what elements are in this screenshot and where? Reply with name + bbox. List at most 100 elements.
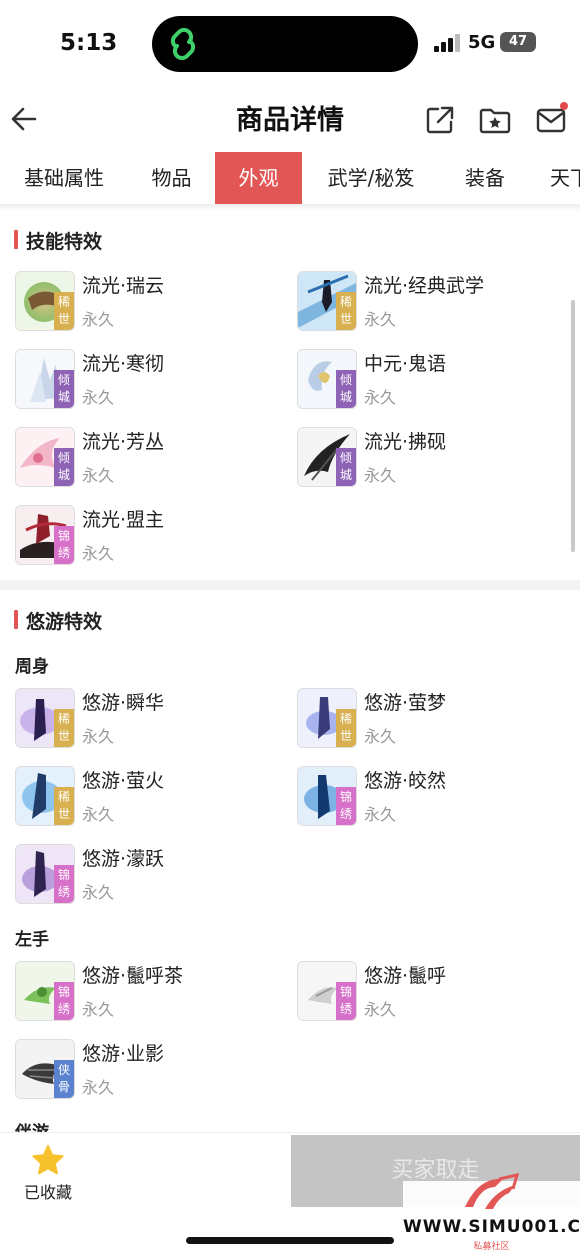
- rarity-badge: 稀世: [54, 709, 74, 747]
- list-item[interactable]: 稀世 悠游·萤梦 永久: [297, 688, 557, 750]
- home-indicator: [186, 1237, 394, 1244]
- watermark-url: WWW.SIMU001.CN: [403, 1217, 580, 1237]
- rarity-badge: 侠骨: [54, 1060, 74, 1098]
- item-thumbnail: 稀世: [297, 688, 357, 748]
- star-icon: [32, 1145, 64, 1175]
- item-name: 悠游·鬛呼茶: [82, 965, 184, 987]
- section-title-roam-effects: 悠游特效: [14, 607, 102, 634]
- watermark-logo-icon: [465, 1173, 520, 1209]
- watermark: WWW.SIMU001.CN 私募社区: [403, 1173, 580, 1252]
- network-label: 5G: [468, 32, 496, 53]
- item-thumbnail: 锦绣: [15, 844, 75, 904]
- rarity-badge: 稀世: [336, 709, 356, 747]
- rarity-badge: 稀世: [336, 292, 356, 330]
- item-thumbnail: 锦绣: [297, 766, 357, 826]
- tab-shadow: [0, 205, 580, 211]
- tab-world[interactable]: 天下: [530, 152, 580, 204]
- item-name: 流光·瑞云: [82, 275, 165, 297]
- rarity-badge: 倾城: [54, 370, 74, 408]
- item-duration: 永久: [82, 544, 115, 563]
- item-thumbnail: 锦绣: [15, 505, 75, 565]
- section-title-skill-effects: 技能特效: [14, 227, 102, 254]
- tab-equipment[interactable]: 装备: [440, 152, 530, 204]
- rarity-badge: 倾城: [54, 448, 74, 486]
- rarity-badge: 锦绣: [336, 787, 356, 825]
- list-item[interactable]: 倾城 流光·寒彻 永久: [15, 349, 275, 411]
- item-thumbnail: 倾城: [15, 349, 75, 409]
- item-duration: 永久: [364, 310, 397, 329]
- tab-basic-attributes[interactable]: 基础属性: [0, 152, 128, 204]
- tab-martial-arts[interactable]: 武学/秘笈: [302, 152, 440, 204]
- item-duration: 永久: [82, 466, 115, 485]
- notification-dot: [560, 102, 568, 110]
- item-duration: 永久: [364, 388, 397, 407]
- list-item[interactable]: 侠骨 悠游·业影 永久: [15, 1039, 275, 1101]
- rarity-badge: 倾城: [336, 370, 356, 408]
- status-bar: 5:13 5G 47: [0, 0, 580, 88]
- list-item[interactable]: 稀世 悠游·瞬华 永久: [15, 688, 275, 750]
- header: 商品详情: [0, 88, 580, 152]
- folder-star-icon[interactable]: [478, 104, 512, 136]
- list-item[interactable]: 锦绣 悠游·濛跃 永久: [15, 844, 275, 906]
- item-name: 悠游·鬛呼: [364, 965, 447, 987]
- tab-appearance[interactable]: 外观: [215, 152, 302, 204]
- item-name: 流光·芳丛: [82, 431, 165, 453]
- item-thumbnail: 稀世: [15, 766, 75, 826]
- favorite-label: 已收藏: [23, 1183, 72, 1202]
- item-duration: 永久: [364, 805, 397, 824]
- list-item[interactable]: 倾城 流光·芳丛 永久: [15, 427, 275, 489]
- item-duration: 永久: [82, 805, 115, 824]
- item-thumbnail: 稀世: [15, 688, 75, 748]
- item-thumbnail: 侠骨: [15, 1039, 75, 1099]
- list-item[interactable]: 稀世 流光·瑞云 永久: [15, 271, 275, 333]
- list-item[interactable]: 倾城 中元·鬼语 永久: [297, 349, 557, 411]
- link-icon: [170, 28, 196, 60]
- item-name: 悠游·业影: [82, 1043, 165, 1065]
- rarity-badge: 倾城: [336, 448, 356, 486]
- item-duration: 永久: [364, 727, 397, 746]
- signal-icon: [434, 34, 462, 52]
- item-duration: 永久: [82, 727, 115, 746]
- item-duration: 永久: [82, 310, 115, 329]
- section-divider: [0, 580, 580, 590]
- list-item[interactable]: 锦绣 悠游·鬛呼茶 永久: [15, 961, 275, 1023]
- item-duration: 永久: [82, 388, 115, 407]
- rarity-badge: 锦绣: [54, 865, 74, 903]
- tab-bar: 基础属性 物品 外观 武学/秘笈 装备 天下: [0, 152, 580, 205]
- item-name: 悠游·濛跃: [82, 848, 165, 870]
- rarity-badge: 锦绣: [54, 526, 74, 564]
- group-label-left-hand: 左手: [15, 930, 49, 950]
- item-name: 悠游·瞬华: [82, 692, 165, 714]
- item-name: 流光·寒彻: [82, 353, 165, 375]
- back-arrow-icon[interactable]: [8, 102, 40, 136]
- item-thumbnail: 倾城: [15, 427, 75, 487]
- list-item[interactable]: 锦绣 流光·盟主 永久: [15, 505, 275, 567]
- list-item[interactable]: 锦绣 悠游·皎然 永久: [297, 766, 557, 828]
- item-name: 悠游·皎然: [364, 770, 447, 792]
- item-duration: 永久: [364, 466, 397, 485]
- item-duration: 永久: [82, 1078, 115, 1097]
- rarity-badge: 稀世: [54, 787, 74, 825]
- item-thumbnail: 倾城: [297, 427, 357, 487]
- list-item[interactable]: 倾城 流光·拂砚 永久: [297, 427, 557, 489]
- dynamic-island: [152, 16, 418, 72]
- item-thumbnail: 倾城: [297, 349, 357, 409]
- list-item[interactable]: 稀世 流光·经典武学 永久: [297, 271, 557, 333]
- list-item[interactable]: 锦绣 悠游·鬛呼 永久: [297, 961, 557, 1023]
- share-icon[interactable]: [424, 104, 456, 136]
- tab-items[interactable]: 物品: [128, 152, 215, 204]
- item-name: 悠游·萤梦: [364, 692, 447, 714]
- item-thumbnail: 稀世: [297, 271, 357, 331]
- item-thumbnail: 稀世: [15, 271, 75, 331]
- list-item[interactable]: 稀世 悠游·萤火 永久: [15, 766, 275, 828]
- item-thumbnail: 锦绣: [15, 961, 75, 1021]
- item-name: 悠游·萤火: [82, 770, 165, 792]
- item-duration: 永久: [82, 883, 115, 902]
- item-name: 流光·盟主: [82, 509, 165, 531]
- watermark-caption: 私募社区: [473, 1242, 510, 1252]
- item-thumbnail: 锦绣: [297, 961, 357, 1021]
- favorite-button[interactable]: 已收藏: [14, 1141, 82, 1211]
- battery-icon: 47: [500, 32, 536, 52]
- rarity-badge: 锦绣: [336, 982, 356, 1020]
- scrollbar[interactable]: [571, 300, 575, 552]
